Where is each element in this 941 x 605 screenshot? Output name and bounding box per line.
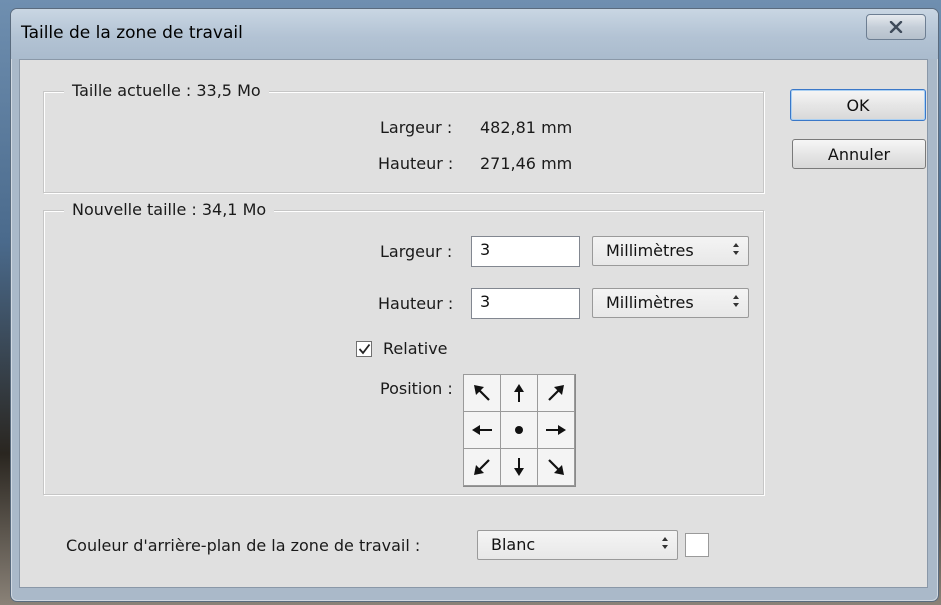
width-unit-value: Millimètres xyxy=(606,241,694,260)
new-width-field[interactable]: 3 xyxy=(471,236,580,267)
background-color-select[interactable]: Blanc xyxy=(477,530,678,560)
ok-button-label: OK xyxy=(846,95,870,115)
cancel-button[interactable]: Annuler xyxy=(792,139,926,169)
relative-checkbox[interactable] xyxy=(356,341,372,357)
anchor-bottom-right[interactable] xyxy=(537,448,575,486)
anchor-top[interactable] xyxy=(500,374,538,412)
arrow-down-icon xyxy=(514,458,524,476)
new-height-label: Hauteur : xyxy=(378,294,454,313)
anchor-right[interactable] xyxy=(537,411,575,449)
arrow-up-icon xyxy=(514,384,524,402)
current-size-legend: Taille actuelle : 33,5 Mo xyxy=(64,81,269,100)
anchor-grid xyxy=(463,374,576,487)
anchor-left[interactable] xyxy=(463,411,501,449)
arrow-left-icon xyxy=(472,425,492,435)
height-unit-value: Millimètres xyxy=(606,293,694,312)
close-icon xyxy=(889,21,903,33)
anchor-top-left[interactable] xyxy=(463,374,501,412)
anchor-bottom[interactable] xyxy=(500,448,538,486)
current-height-label: Hauteur : xyxy=(378,154,454,173)
select-arrows-icon xyxy=(733,295,739,307)
height-unit-select[interactable]: Millimètres xyxy=(592,288,749,318)
current-size-group: Taille actuelle : 33,5 Mo xyxy=(43,81,764,193)
dialog-body: Taille actuelle : 33,5 Mo Largeur : 482,… xyxy=(19,59,928,588)
anchor-bottom-left[interactable] xyxy=(463,448,501,486)
anchor-center-dot-icon xyxy=(515,426,523,434)
current-width-value: 482,81 mm xyxy=(480,118,573,137)
arrow-down-left-icon xyxy=(474,459,490,475)
dialog-window: Taille de la zone de travail Taille actu… xyxy=(10,8,939,602)
arrow-up-left-icon xyxy=(474,385,490,401)
select-arrows-icon xyxy=(733,243,739,255)
arrow-down-right-icon xyxy=(548,459,564,475)
current-width-label: Largeur : xyxy=(380,118,453,137)
new-width-label: Largeur : xyxy=(380,242,453,261)
new-size-legend: Nouvelle taille : 34,1 Mo xyxy=(64,200,275,219)
close-button[interactable] xyxy=(866,14,926,40)
background-color-label: Couleur d'arrière-plan de la zone de tra… xyxy=(66,536,421,555)
current-height-value: 271,46 mm xyxy=(480,154,573,173)
background-color-value: Blanc xyxy=(491,535,536,554)
width-unit-select[interactable]: Millimètres xyxy=(592,236,749,266)
arrow-up-right-icon xyxy=(548,385,564,401)
cancel-button-label: Annuler xyxy=(827,144,891,164)
position-label: Position : xyxy=(380,379,453,398)
new-height-value: 3 xyxy=(480,292,491,311)
background-color-swatch[interactable] xyxy=(685,533,709,557)
new-width-value: 3 xyxy=(480,240,491,259)
checkmark-icon xyxy=(358,343,370,355)
relative-label[interactable]: Relative xyxy=(383,339,448,358)
new-height-field[interactable]: 3 xyxy=(471,288,580,319)
arrow-right-icon xyxy=(546,425,566,435)
anchor-center[interactable] xyxy=(500,411,538,449)
dialog-title: Taille de la zone de travail xyxy=(21,23,243,43)
ok-button[interactable]: OK xyxy=(790,89,926,121)
anchor-top-right[interactable] xyxy=(537,374,575,412)
select-arrows-icon xyxy=(662,537,668,549)
title-bar: Taille de la zone de travail xyxy=(11,9,938,59)
